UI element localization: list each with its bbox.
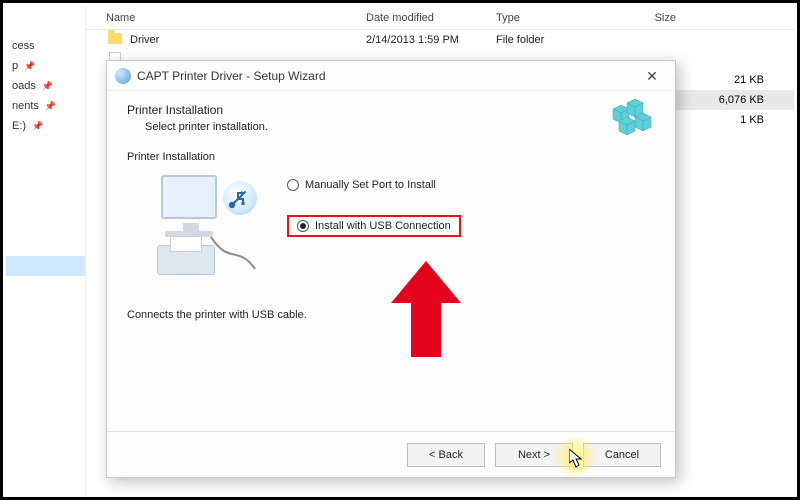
close-button[interactable]: ✕ <box>637 66 667 86</box>
usb-printer-illustration <box>153 175 263 285</box>
radio-icon <box>287 179 299 191</box>
sidebar-item-selected[interactable] <box>6 256 85 276</box>
column-date[interactable]: Date modified <box>366 12 496 24</box>
radio-label: Install with USB Connection <box>315 220 451 232</box>
radio-label: Manually Set Port to Install <box>305 179 436 191</box>
dialog-body: Printer Installation Select printer inst… <box>107 91 675 431</box>
sidebar-item[interactable]: nents 📌 <box>6 96 85 116</box>
column-name[interactable]: Name <box>86 12 366 24</box>
radio-group: Manually Set Port to Install Install wit… <box>287 175 461 237</box>
heading: Printer Installation <box>127 103 655 117</box>
pin-icon: 📌 <box>32 121 43 132</box>
file-type: File folder <box>496 34 606 46</box>
cancel-button[interactable]: Cancel <box>583 443 661 467</box>
column-size[interactable]: Size <box>606 12 706 24</box>
back-button[interactable]: < Back <box>407 443 485 467</box>
column-headers[interactable]: Name Date modified Type Size <box>86 6 794 30</box>
sidebar-item[interactable]: cess <box>6 36 85 56</box>
sidebar-item-label: oads <box>12 80 36 92</box>
pin-icon: 📌 <box>45 101 56 112</box>
window-title: CAPT Printer Driver - Setup Wizard <box>137 69 637 83</box>
radio-manual-port[interactable]: Manually Set Port to Install <box>287 179 461 191</box>
radio-usb-connection[interactable]: Install with USB Connection <box>287 215 461 237</box>
pin-icon: 📌 <box>24 61 35 72</box>
folder-icon <box>106 33 124 47</box>
option-description: Connects the printer with USB cable. <box>127 309 655 321</box>
explorer-sidebar: cess p📌 oads📌 nents📌 E:)📌 <box>6 6 86 494</box>
dialog-button-row: < Back Next > Cancel <box>107 431 675 477</box>
sidebar-item-label: nents <box>12 100 39 112</box>
column-type[interactable]: Type <box>496 12 606 24</box>
pin-icon: 📌 <box>42 81 53 92</box>
next-button[interactable]: Next > <box>495 443 573 467</box>
group-label: Printer Installation <box>127 151 655 163</box>
titlebar[interactable]: CAPT Printer Driver - Setup Wizard ✕ <box>107 61 675 91</box>
subheading: Select printer installation. <box>145 121 655 133</box>
sidebar-item[interactable]: oads 📌 <box>6 76 85 96</box>
file-name: Driver <box>130 34 159 46</box>
setup-wizard-dialog: CAPT Printer Driver - Setup Wizard ✕ Pri… <box>106 60 676 478</box>
sidebar-item-label: p <box>12 60 18 72</box>
sidebar-item-label: E:) <box>12 120 26 132</box>
file-date: 2/14/2013 1:59 PM <box>366 34 496 46</box>
sidebar-item-label: cess <box>12 40 35 52</box>
sidebar-item[interactable]: E:) 📌 <box>6 116 85 136</box>
wizard-graphic-icon <box>607 97 657 141</box>
sidebar-item[interactable]: p📌 <box>6 56 85 76</box>
radio-icon <box>297 220 309 232</box>
app-icon <box>115 68 131 84</box>
